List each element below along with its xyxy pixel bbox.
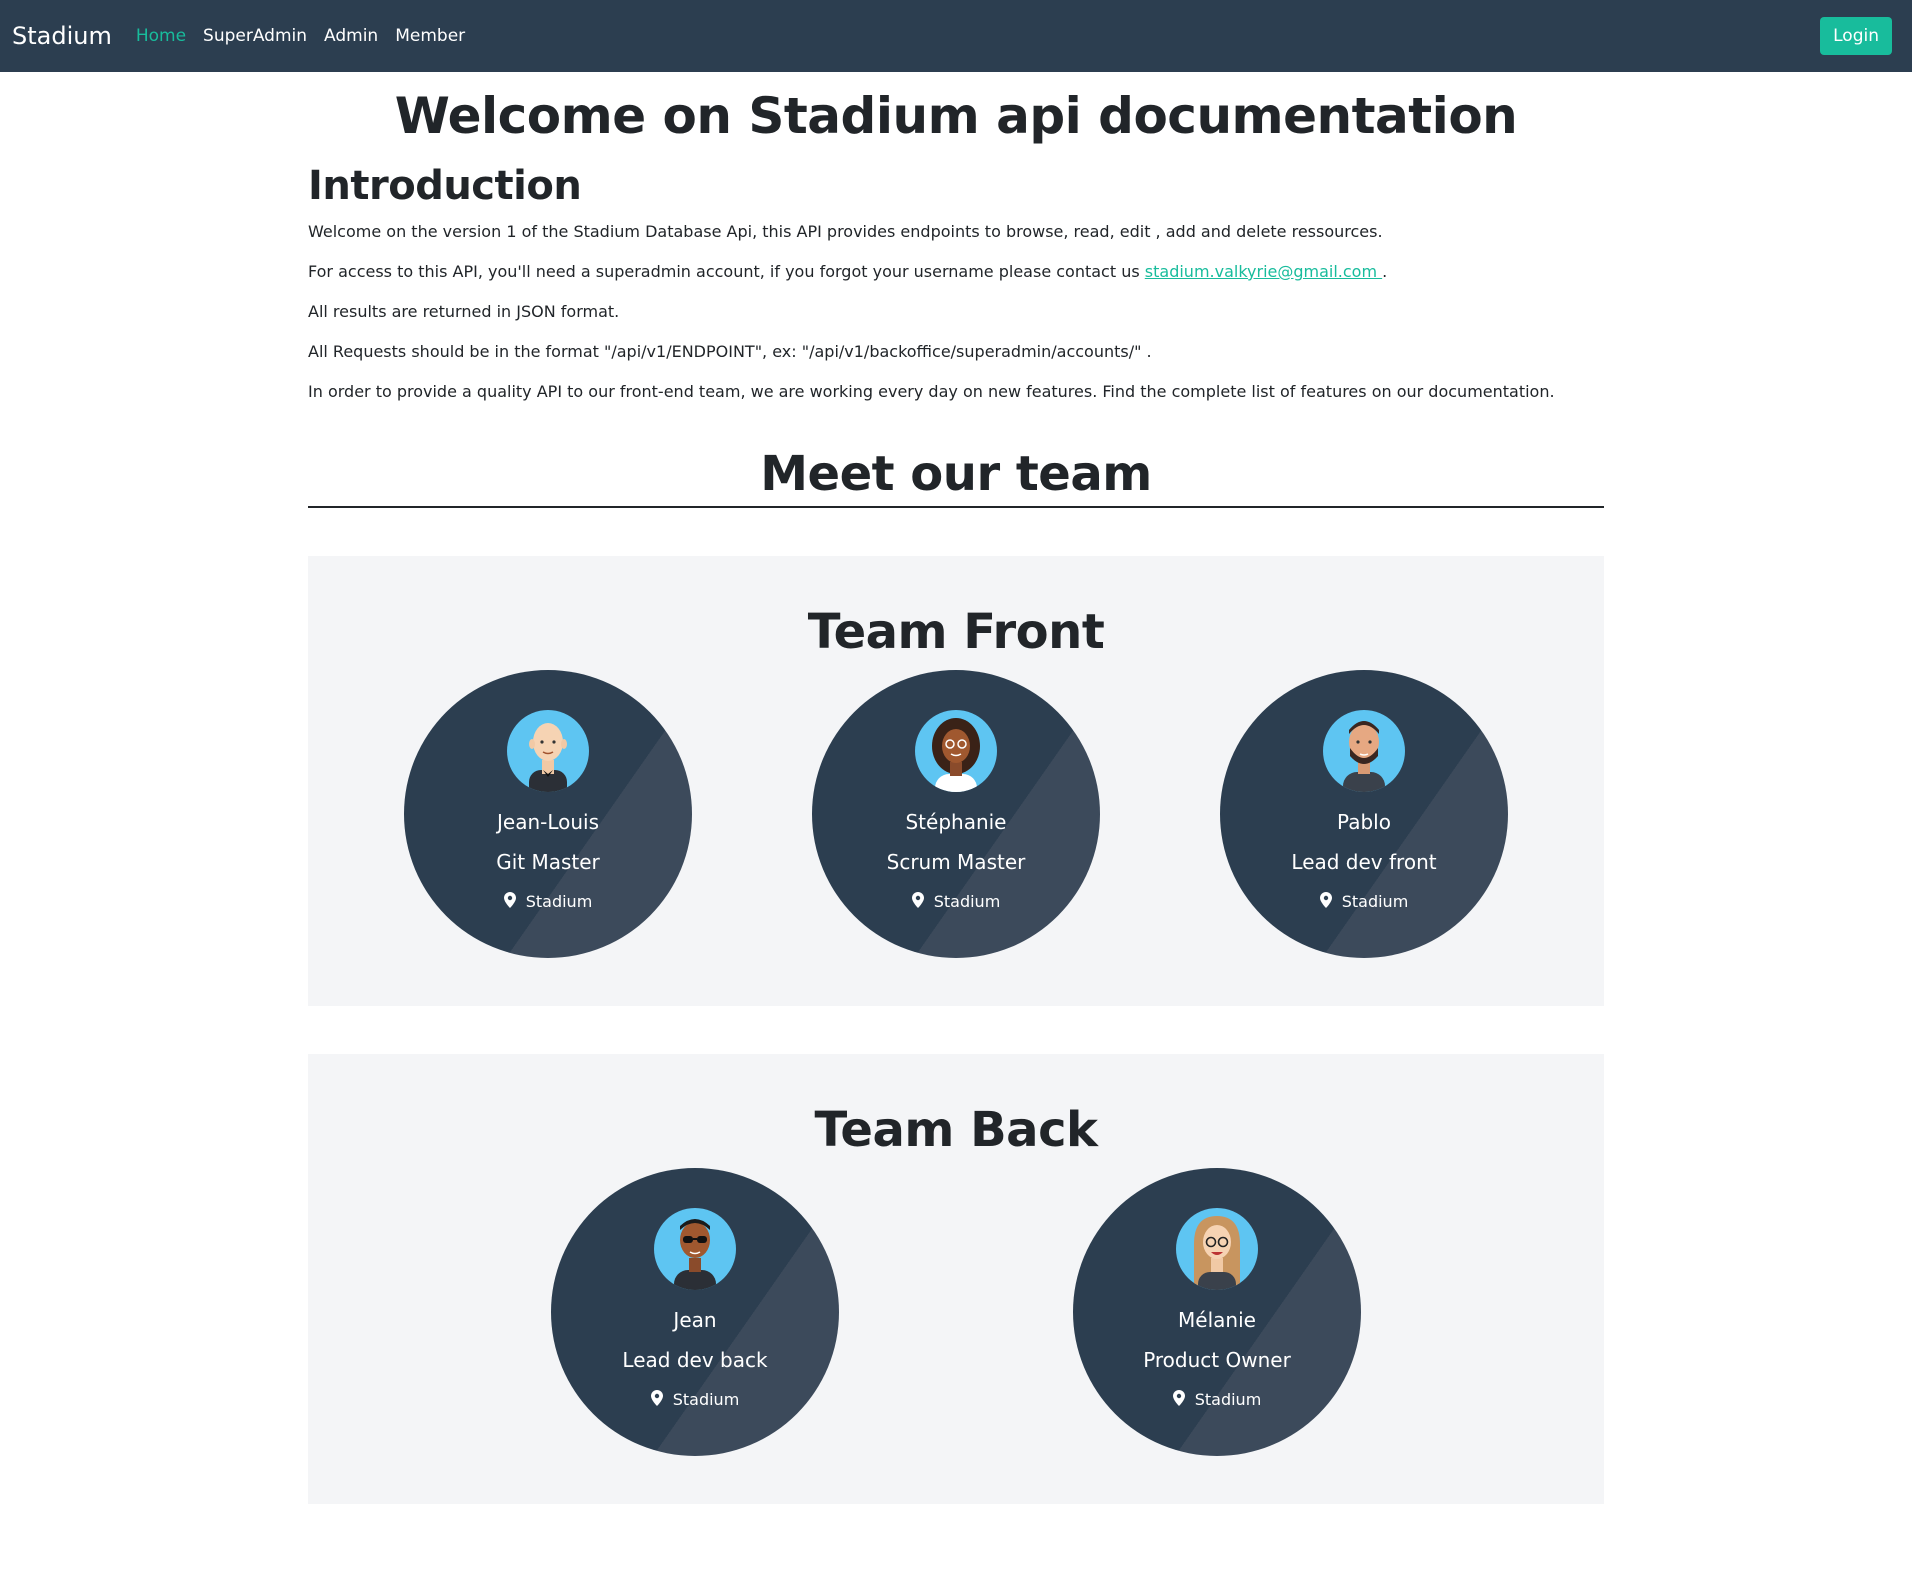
team-back-section: Team Back Jean Lead dev back Stadium Mél… [308, 1053, 1604, 1504]
member-location-label: Stadium [1194, 1390, 1262, 1410]
member-location: Stadium [1073, 1389, 1361, 1410]
intro-paragraph-2-end: . [1382, 262, 1388, 281]
map-marker-icon [911, 891, 924, 912]
team-back-title: Team Back [814, 1101, 1098, 1158]
team-front-title: Team Front [807, 603, 1105, 660]
member-location-label: Stadium [1341, 892, 1409, 912]
avatar-pablo [1323, 709, 1405, 792]
intro-paragraph-2-text: For access to this API, you'll need a su… [308, 262, 1145, 281]
nav-links: Home SuperAdmin Admin Member [136, 26, 482, 46]
avatar-stephanie [915, 709, 997, 792]
nav-superadmin[interactable]: SuperAdmin [203, 26, 307, 46]
member-card-stephanie: Stéphanie Scrum Master Stadium [812, 669, 1100, 958]
map-marker-icon [1319, 891, 1332, 912]
member-role: Scrum Master [886, 849, 1026, 874]
map-marker-icon [503, 891, 516, 912]
map-marker-icon [1172, 1389, 1185, 1410]
member-name: Stéphanie [905, 809, 1007, 834]
nav-admin[interactable]: Admin [324, 26, 378, 46]
intro-paragraph-4: All Requests should be in the format "/a… [308, 342, 1152, 361]
introduction-title: Introduction [308, 163, 582, 209]
team-divider [308, 505, 1604, 508]
member-name: Mélanie [1178, 1307, 1256, 1332]
member-role: Product Owner [1143, 1347, 1291, 1372]
navbar: Stadium Home SuperAdmin Admin Member Log… [0, 0, 1912, 72]
contact-email-link[interactable]: stadium.valkyrie@gmail.com [1145, 262, 1382, 281]
team-front-section: Team Front Jean-Louis Git Master Stadium… [308, 555, 1604, 1006]
member-name: Jean [673, 1307, 717, 1332]
intro-paragraph-1: Welcome on the version 1 of the Stadium … [308, 222, 1383, 241]
team-heading: Meet our team [760, 446, 1152, 502]
login-button[interactable]: Login [1820, 17, 1892, 55]
member-location-label: Stadium [672, 1390, 740, 1410]
member-name: Jean-Louis [496, 809, 600, 834]
member-location: Stadium [812, 891, 1100, 912]
intro-paragraph-5: In order to provide a quality API to our… [308, 382, 1555, 401]
nav-member[interactable]: Member [395, 26, 465, 46]
member-location: Stadium [1220, 891, 1508, 912]
member-role: Lead dev back [622, 1347, 768, 1372]
member-card-pablo: Pablo Lead dev front Stadium [1220, 669, 1508, 958]
member-role: Lead dev front [1291, 849, 1437, 874]
member-location: Stadium [404, 891, 692, 912]
member-location: Stadium [551, 1389, 839, 1410]
intro-paragraph-3: All results are returned in JSON format. [308, 302, 620, 321]
brand-link[interactable]: Stadium [12, 22, 112, 50]
member-card-melanie: Mélanie Product Owner Stadium [1073, 1167, 1361, 1456]
member-card-jean: Jean Lead dev back Stadium [551, 1167, 839, 1456]
introduction-section: Introduction Welcome on the version 1 of… [308, 162, 1604, 404]
member-location-label: Stadium [933, 892, 1001, 912]
avatar-jean-louis [507, 709, 589, 792]
intro-paragraph-2: For access to this API, you'll need a su… [308, 260, 1604, 284]
member-name: Pablo [1337, 809, 1391, 834]
nav-home[interactable]: Home [136, 26, 186, 46]
map-marker-icon [650, 1389, 663, 1410]
main-container: Welcome on Stadium api documentation Int… [308, 72, 1604, 1504]
avatar-jean [654, 1207, 736, 1290]
member-location-label: Stadium [525, 892, 593, 912]
member-role: Git Master [496, 849, 600, 874]
member-card-jean-louis: Jean-Louis Git Master Stadium [404, 669, 692, 958]
avatar-melanie [1176, 1207, 1258, 1290]
page-title: Welcome on Stadium api documentation [394, 87, 1518, 145]
